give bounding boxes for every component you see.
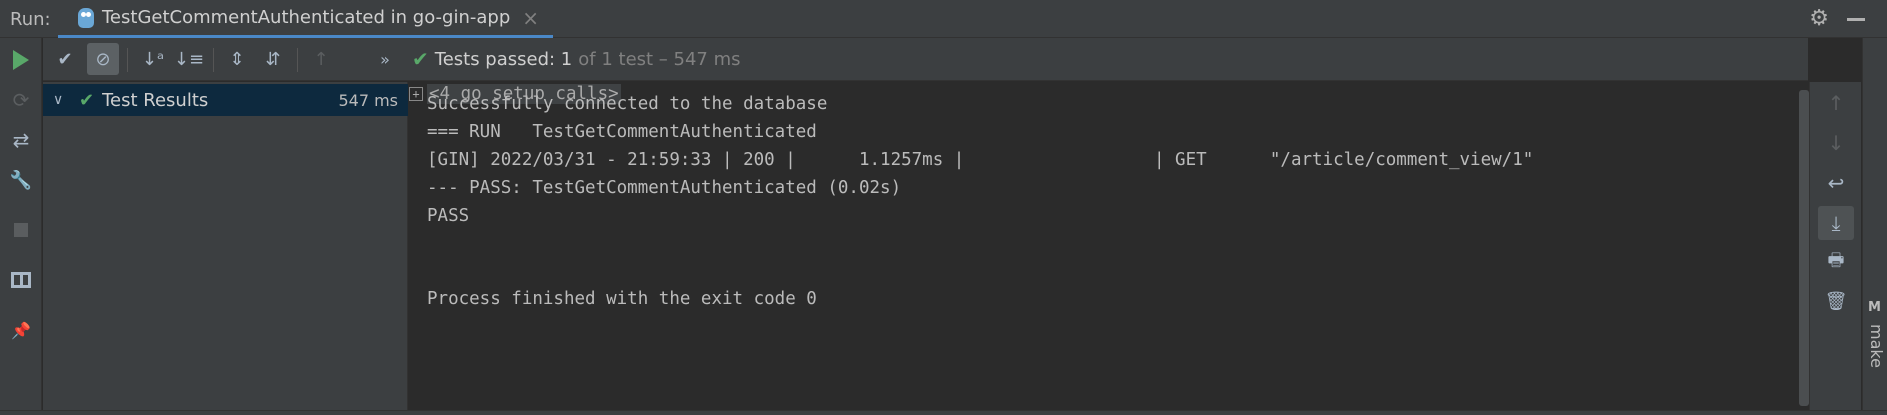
console-output[interactable]: + <4 go setup calls> Successfully connec…	[409, 82, 1809, 410]
run-toolwindow-header: Run: TestGetCommentAuthenticated in go-g…	[0, 0, 1887, 38]
toolbar-separator	[297, 48, 298, 72]
tests-detail-text: of 1 test – 547 ms	[578, 48, 741, 70]
console-line: --- PASS: TestGetCommentAuthenticated (0…	[427, 178, 902, 198]
console-line: Process finished with the exit code 0	[427, 289, 817, 309]
layout-icon	[11, 272, 31, 288]
toolbar-separator	[127, 48, 128, 72]
trash-icon[interactable]: 🗑	[1818, 284, 1854, 318]
pin-icon[interactable]: 📌	[0, 312, 42, 348]
show-passed-button[interactable]: ✔	[49, 43, 81, 75]
check-icon: ✔	[79, 89, 95, 111]
up-arrow-icon[interactable]: ↑	[1818, 86, 1854, 120]
rerun-button[interactable]	[0, 42, 42, 78]
down-arrow-icon[interactable]: ↓	[1818, 126, 1854, 160]
tree-item-label: Test Results	[102, 89, 209, 111]
scroll-to-end-icon[interactable]: ⤓	[1818, 206, 1854, 240]
side-tool-strip: M make	[1862, 38, 1887, 410]
check-icon: ✔	[412, 47, 429, 71]
run-config-tab-title: TestGetCommentAuthenticated in go-gin-ap…	[102, 7, 511, 28]
tree-item-test-results[interactable]: ∨ ✔ Test Results 547 ms	[43, 84, 408, 116]
sort-by-duration-button[interactable]: ↓≡	[173, 43, 205, 75]
run-config-tab[interactable]: TestGetCommentAuthenticated in go-gin-ap…	[58, 0, 554, 38]
stop-icon	[14, 223, 28, 237]
toolbar-separator	[213, 48, 214, 72]
make-icon: M	[1868, 300, 1881, 315]
console-line: [GIN] 2022/03/31 - 21:59:33 | 200 | 1.12…	[427, 150, 1534, 170]
chevron-down-icon[interactable]: ∨	[53, 92, 69, 108]
console-scrollbar[interactable]	[1799, 90, 1809, 406]
soft-wrap-icon[interactable]: ↩	[1818, 166, 1854, 200]
tests-passed-text: Tests passed: 1	[434, 48, 573, 70]
print-icon[interactable]: 🖶	[1818, 246, 1854, 280]
console-line: === RUN TestGetCommentAuthenticated	[427, 122, 817, 142]
run-label: Run:	[10, 9, 51, 30]
restore-layout-button[interactable]	[0, 262, 42, 298]
console-actions-toolbar: ↑ ↓ ↩ ⤓ 🖶 🗑	[1809, 82, 1861, 410]
go-gopher-icon	[78, 7, 94, 28]
collapse-all-button[interactable]: ⇵	[257, 43, 289, 75]
play-icon	[13, 50, 29, 70]
minimize-icon[interactable]	[1847, 18, 1865, 21]
test-results-tree: ∨ ✔ Test Results 547 ms	[43, 82, 408, 410]
expand-all-button[interactable]: ⇕	[221, 43, 253, 75]
left-run-toolbar: ⟳ ⇄ 🔧 📌	[0, 38, 42, 410]
show-ignored-button[interactable]: ⊘	[87, 43, 119, 75]
console-line: Successfully connected to the database	[427, 94, 828, 114]
wrench-icon[interactable]: 🔧	[0, 162, 42, 198]
gear-icon[interactable]: ⚙	[1809, 6, 1829, 31]
console-line: PASS	[427, 206, 470, 226]
make-tool-tab[interactable]: make	[1867, 324, 1886, 368]
status-bar-edge	[0, 410, 1887, 415]
close-tab-icon[interactable]: ×	[522, 6, 539, 30]
rerun-failed-button[interactable]: ⟳	[0, 82, 42, 118]
stop-button[interactable]	[0, 212, 42, 248]
header-actions: ⚙	[1809, 6, 1865, 31]
tree-item-duration: 547 ms	[338, 90, 398, 110]
expand-fold-icon[interactable]: +	[409, 87, 423, 101]
sort-alphabetically-button[interactable]: ↓ᵃ	[137, 43, 169, 75]
test-results-toolbar: ✔ ⊘ ↓ᵃ ↓≡ ⇕ ⇵ ↑ »	[43, 38, 408, 81]
test-status-bar: ✔ Tests passed: 1 of 1 test – 547 ms	[408, 38, 1808, 81]
more-actions-button[interactable]: »	[369, 43, 401, 75]
previous-failed-button[interactable]: ↑	[305, 43, 337, 75]
toggle-auto-test-button[interactable]: ⇄	[0, 122, 42, 158]
